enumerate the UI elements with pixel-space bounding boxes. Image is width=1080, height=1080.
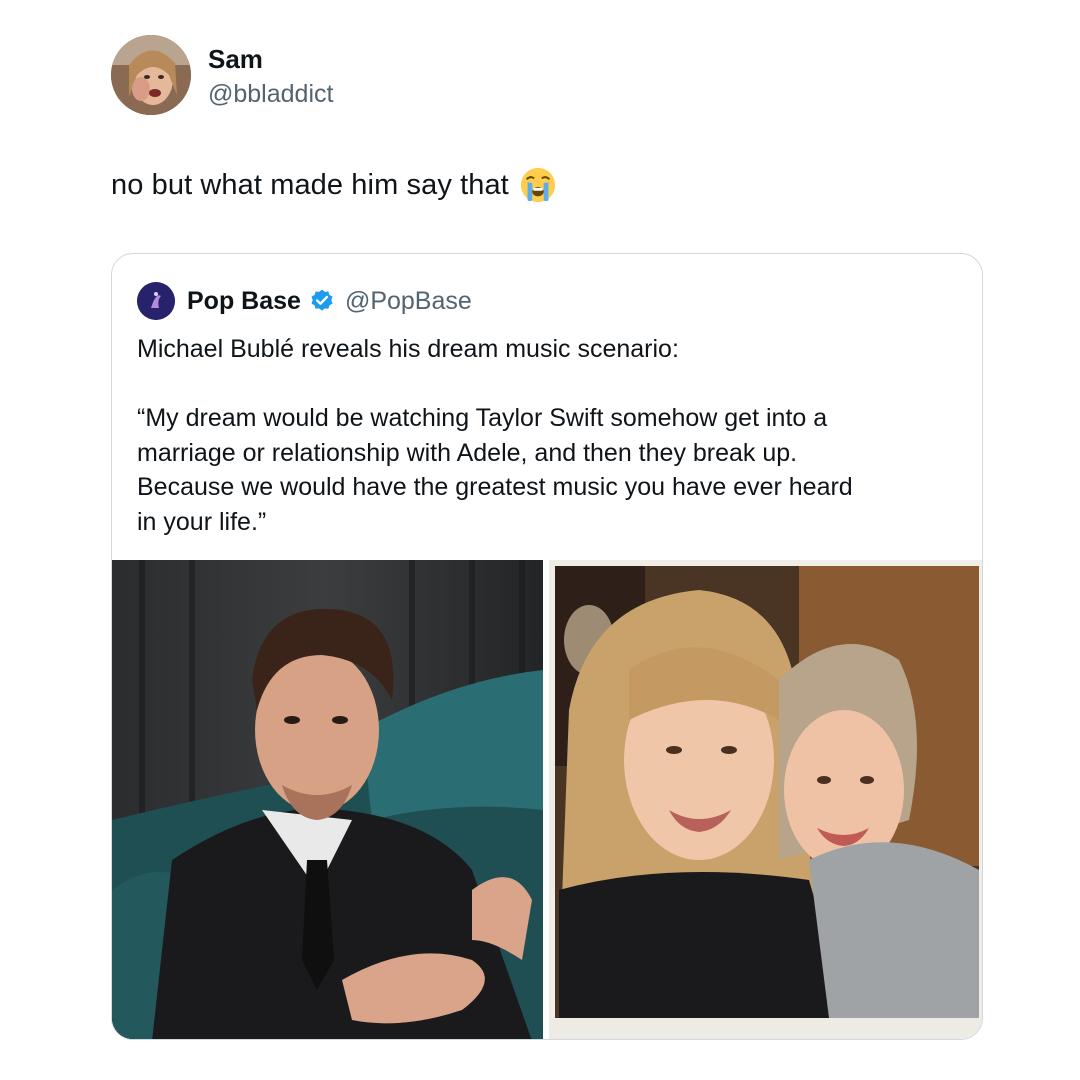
loudly-crying-face-icon bbox=[519, 166, 557, 204]
tweet-text-row: no but what made him say that bbox=[111, 166, 557, 204]
author-name[interactable]: Sam bbox=[208, 44, 263, 75]
popbase-avatar[interactable] bbox=[137, 282, 175, 320]
quote-line: in your life.” bbox=[137, 507, 267, 536]
quoted-author-handle[interactable]: @PopBase bbox=[345, 287, 472, 316]
quoted-tweet-intro: Michael Bublé reveals his dream music sc… bbox=[137, 335, 679, 363]
author-handle[interactable]: @bbladdict bbox=[208, 80, 333, 109]
photo-man-in-suit-icon bbox=[112, 560, 543, 1039]
quote-line: marriage or relationship with Adele, and… bbox=[137, 438, 798, 467]
popbase-logo-icon bbox=[137, 282, 175, 320]
quoted-author-name[interactable]: Pop Base bbox=[187, 287, 301, 316]
quote-line: “My dream would be watching Taylor Swift… bbox=[137, 404, 828, 432]
quote-line: Because we would have the greatest music… bbox=[137, 473, 853, 501]
tweet-text: no but what made him say that bbox=[111, 168, 509, 201]
quoted-tweet-body: Michael Bublé reveals his dream music sc… bbox=[137, 332, 957, 539]
tweet-screenshot: Sam @bbladdict no but what made him say … bbox=[0, 0, 1080, 1080]
media-photo-right[interactable] bbox=[549, 560, 982, 1039]
author-avatar[interactable] bbox=[111, 35, 191, 115]
quoted-tweet-card[interactable]: Pop Base @PopBase Michael Bublé reveals … bbox=[111, 253, 983, 1040]
quoted-tweet-header: Pop Base @PopBase bbox=[137, 281, 472, 321]
verified-badge-icon bbox=[309, 288, 335, 314]
media-photo-left[interactable] bbox=[112, 560, 543, 1039]
photo-two-women-selfie-icon bbox=[549, 560, 982, 1039]
avatar-photo-icon bbox=[111, 35, 191, 115]
